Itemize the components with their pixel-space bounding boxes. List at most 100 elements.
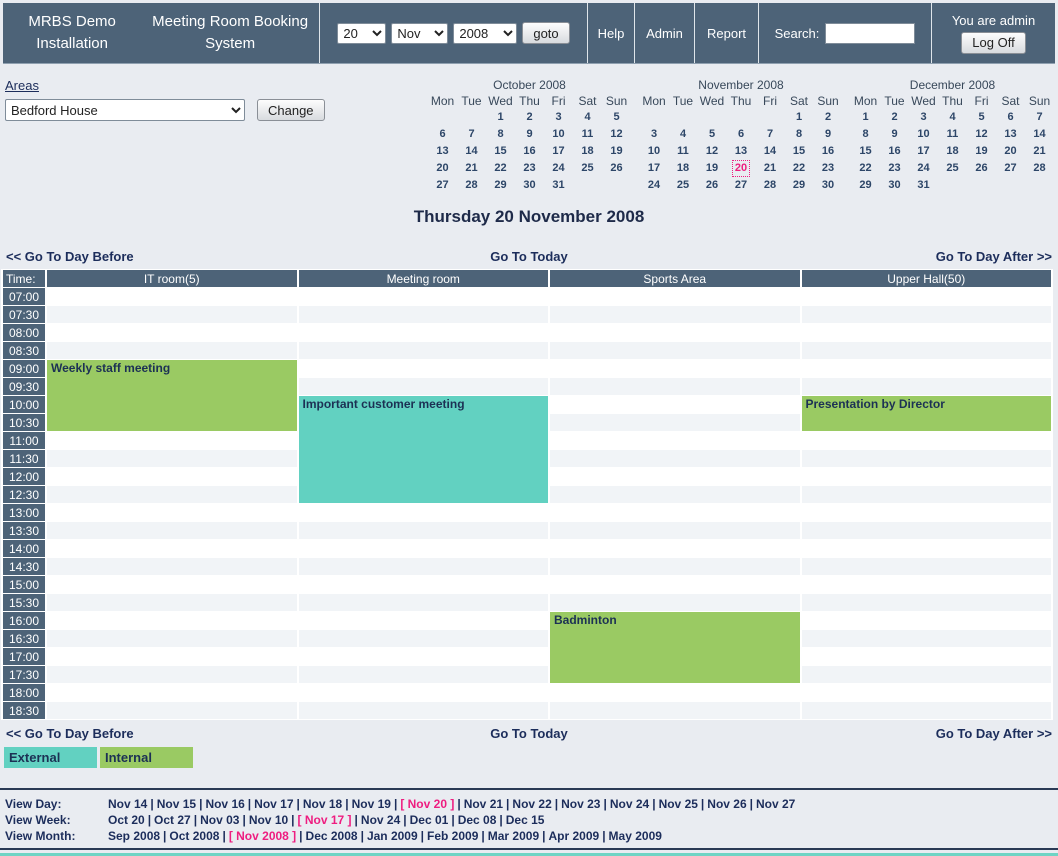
calendar-day[interactable]: 14 [457,143,486,160]
calendar-day[interactable]: 7 [756,126,785,143]
calendar-day[interactable]: 11 [938,126,967,143]
calendar-day-number[interactable]: 11 [674,143,692,160]
calendar-day-number[interactable]: 13 [433,143,451,160]
calendar-day[interactable]: 2 [814,109,843,126]
empty-slot[interactable] [550,540,800,557]
calendar-day-number[interactable]: 17 [645,160,663,177]
calendar-day[interactable]: 17 [544,143,573,160]
empty-slot[interactable] [299,378,549,395]
empty-slot[interactable] [299,630,549,647]
calendar-day-number[interactable]: 4 [677,126,689,143]
room-column-header[interactable]: Meeting room [299,270,549,287]
booking-cell[interactable]: Weekly staff meeting [47,360,297,431]
empty-slot[interactable] [47,288,297,305]
calendar-day[interactable]: 2 [515,109,544,126]
calendar-day[interactable]: 19 [602,143,631,160]
calendar-day-number[interactable]: 14 [761,143,779,160]
calendar-day[interactable]: 9 [880,126,909,143]
room-column-header[interactable]: Upper Hall(50) [802,270,1052,287]
view-link-item[interactable]: Nov 10 [249,813,288,827]
calendar-day[interactable]: 31 [909,177,938,194]
calendar-day[interactable]: 20 [428,160,457,177]
calendar-day[interactable]: 4 [669,126,698,143]
empty-slot[interactable] [47,648,297,665]
calendar-day[interactable]: 1 [785,109,814,126]
calendar-day-number[interactable]: 23 [520,160,538,177]
calendar-day[interactable]: 8 [851,126,880,143]
empty-slot[interactable] [802,306,1052,323]
calendar-day[interactable]: 21 [756,160,785,177]
calendar-day[interactable]: 25 [573,160,602,177]
empty-slot[interactable] [802,342,1052,359]
calendar-day[interactable]: 19 [698,160,727,177]
view-link-item[interactable]: Nov 24 [610,797,649,811]
empty-slot[interactable] [47,576,297,593]
calendar-day-number[interactable]: 22 [856,160,874,177]
empty-slot[interactable] [47,666,297,683]
calendar-day-number[interactable]: 13 [1001,126,1019,143]
calendar-day[interactable]: 9 [515,126,544,143]
room-column-header[interactable]: IT room(5) [47,270,297,287]
empty-slot[interactable] [550,522,800,539]
calendar-day-number[interactable]: 31 [549,177,567,194]
empty-slot[interactable] [550,306,800,323]
calendar-day[interactable]: 27 [996,160,1025,177]
calendar-day-number[interactable]: 19 [972,143,990,160]
calendar-day-number[interactable]: 3 [917,109,929,126]
view-link-item[interactable]: Nov 26 [707,797,746,811]
calendar-day-number[interactable]: 19 [703,160,721,177]
calendar-day[interactable]: 26 [602,160,631,177]
calendar-day[interactable]: 29 [785,177,814,194]
view-link-item[interactable]: Dec 15 [506,813,545,827]
view-link-item[interactable]: Nov 15 [157,797,196,811]
view-link-item[interactable]: Sep 2008 [108,829,160,843]
view-link-item[interactable]: Nov 19 [352,797,391,811]
calendar-day-number[interactable]: 6 [1004,109,1016,126]
calendar-day[interactable]: 1 [486,109,515,126]
calendar-day[interactable]: 24 [544,160,573,177]
area-select[interactable]: Bedford House [5,99,245,121]
calendar-day-number[interactable]: 17 [914,143,932,160]
calendar-day[interactable]: 21 [1025,143,1054,160]
report-link[interactable]: Report [694,3,758,63]
search-input[interactable] [825,23,915,44]
calendar-day[interactable]: 20 [727,160,756,177]
calendar-day[interactable]: 26 [967,160,996,177]
calendar-day-number[interactable]: 26 [703,177,721,194]
empty-slot[interactable] [47,468,297,485]
calendar-day-number[interactable]: 12 [972,126,990,143]
view-link-item[interactable]: Oct 20 [108,813,145,827]
calendar-day[interactable]: 6 [727,126,756,143]
calendar-day-number[interactable]: 5 [610,109,622,126]
empty-slot[interactable] [550,450,800,467]
empty-slot[interactable] [802,612,1052,629]
time-label[interactable]: 14:00 [3,540,45,557]
calendar-day[interactable]: 3 [640,126,669,143]
empty-slot[interactable] [299,540,549,557]
empty-slot[interactable] [299,360,549,377]
calendar-day[interactable]: 15 [851,143,880,160]
calendar-day-number[interactable]: 30 [520,177,538,194]
time-label[interactable]: 07:00 [3,288,45,305]
calendar-day[interactable]: 11 [669,143,698,160]
go-to-today-link[interactable]: Go To Today [355,249,704,264]
view-link-item[interactable]: Nov 27 [756,797,795,811]
calendar-day[interactable]: 12 [602,126,631,143]
calendar-day-number[interactable]: 15 [790,143,808,160]
empty-slot[interactable] [802,576,1052,593]
time-label[interactable]: 10:00 [3,396,45,413]
view-link-item[interactable]: Nov 17 [254,797,293,811]
empty-slot[interactable] [550,576,800,593]
calendar-day[interactable]: 28 [1025,160,1054,177]
view-link-item[interactable]: May 2009 [609,829,662,843]
calendar-day-number[interactable]: 28 [462,177,480,194]
calendar-day[interactable]: 3 [544,109,573,126]
time-label[interactable]: 16:00 [3,612,45,629]
calendar-day-number[interactable]: 31 [914,177,932,194]
calendar-day-number[interactable]: 28 [1030,160,1048,177]
view-link-item[interactable]: Nov 22 [512,797,551,811]
calendar-day-number[interactable]: 6 [436,126,448,143]
empty-slot[interactable] [299,648,549,665]
calendar-day-number[interactable]: 9 [523,126,535,143]
empty-slot[interactable] [47,540,297,557]
